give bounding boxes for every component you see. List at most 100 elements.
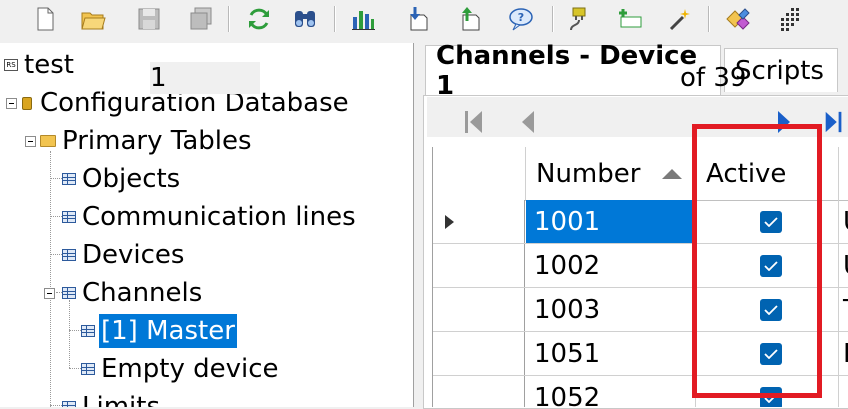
- find-icon[interactable]: [290, 4, 320, 34]
- tree-node-label: test: [24, 50, 74, 80]
- magic-wand-icon[interactable]: [664, 4, 694, 34]
- collapse-icon[interactable]: [44, 288, 55, 299]
- tree-node-communication-lines[interactable]: Communication lines: [62, 199, 358, 235]
- tree-node-limits[interactable]: Limits: [62, 389, 162, 407]
- checkbox-checked[interactable]: [760, 210, 782, 233]
- row-header[interactable]: [433, 332, 525, 375]
- new-file-icon[interactable]: [30, 4, 60, 34]
- table-row[interactable]: 1001 U: [433, 200, 848, 244]
- table-icon: [62, 173, 76, 185]
- toolbar-separator: [708, 6, 710, 32]
- collapse-icon[interactable]: [25, 136, 36, 147]
- table-row[interactable]: 1002 U: [433, 244, 848, 288]
- checkbox-checked[interactable]: [760, 254, 782, 277]
- checkbox-checked[interactable]: [760, 342, 782, 365]
- import-icon[interactable]: [402, 4, 432, 34]
- cell-number[interactable]: 1051: [526, 332, 696, 375]
- tree-node-label: Objects: [82, 164, 181, 194]
- previous-record-icon[interactable]: [516, 110, 540, 134]
- cell-number[interactable]: 1003: [526, 288, 696, 331]
- cell-number[interactable]: 1002: [526, 244, 696, 287]
- cell-next[interactable]: U: [839, 200, 848, 243]
- last-record-icon[interactable]: [822, 110, 846, 134]
- tree-node-channels[interactable]: Channels: [62, 275, 204, 311]
- refresh-icon[interactable]: [244, 4, 274, 34]
- tree-node-devices[interactable]: Devices: [62, 237, 186, 273]
- tree-connector: [50, 254, 62, 255]
- toolbar-separator: [334, 6, 336, 32]
- cell-next[interactable]: U: [839, 244, 848, 287]
- tree-node-label: Devices: [82, 240, 185, 270]
- tree-node-empty-device[interactable]: Empty device: [81, 351, 281, 387]
- column-header-next[interactable]: [839, 147, 848, 200]
- tree-connector: [69, 330, 81, 331]
- table-icon: [81, 363, 95, 375]
- current-row-icon: [445, 215, 454, 229]
- tree-node-primary-tables[interactable]: Primary Tables: [40, 123, 254, 159]
- cell-number[interactable]: 1001: [526, 200, 696, 243]
- table-row[interactable]: 1003 T: [433, 288, 848, 332]
- cell-next[interactable]: T: [839, 288, 848, 331]
- cell-next[interactable]: [839, 376, 848, 407]
- tree-connector: [69, 368, 81, 369]
- toolbar: ?: [0, 0, 848, 40]
- cell-active[interactable]: [696, 244, 839, 287]
- export-icon[interactable]: [454, 4, 484, 34]
- cell-active[interactable]: [696, 332, 839, 375]
- column-header-number[interactable]: Number: [526, 147, 696, 200]
- column-header-label: Number: [536, 158, 641, 189]
- tree-node-label: Limits: [82, 392, 160, 407]
- table-icon: [81, 325, 95, 337]
- cell-number[interactable]: 1052: [526, 376, 696, 407]
- add-field-icon[interactable]: [614, 4, 644, 34]
- row-header[interactable]: [433, 200, 525, 243]
- table-icon: [62, 211, 76, 223]
- tree-node-objects[interactable]: Objects: [62, 161, 182, 197]
- table-row[interactable]: 1051 I: [433, 332, 848, 376]
- save-all-icon[interactable]: [186, 4, 216, 34]
- plugin-icon[interactable]: [564, 4, 594, 34]
- row-header[interactable]: [433, 288, 525, 331]
- first-record-icon[interactable]: [462, 110, 486, 134]
- next-record-icon[interactable]: [772, 110, 796, 134]
- cell-active[interactable]: [696, 376, 839, 407]
- cell-next[interactable]: I: [839, 332, 848, 375]
- cell-active[interactable]: [696, 200, 839, 243]
- save-icon[interactable]: [134, 4, 164, 34]
- tree-node-label: Primary Tables: [62, 126, 252, 156]
- row-header[interactable]: [433, 376, 525, 407]
- help-icon[interactable]: ?: [506, 4, 536, 34]
- collapse-icon[interactable]: [6, 98, 17, 109]
- chart-icon[interactable]: [348, 4, 378, 34]
- channels-grid[interactable]: Number Active 1001 U 1002 U 1003 T: [432, 147, 848, 407]
- grid-icon[interactable]: [776, 4, 806, 34]
- column-header-label: Active: [706, 158, 787, 189]
- table-row[interactable]: 1052: [433, 376, 848, 407]
- tab-channels-device[interactable]: Channels - Device 1: [425, 41, 721, 101]
- edit-icon[interactable]: [722, 4, 752, 34]
- column-header-active[interactable]: Active: [696, 147, 839, 200]
- tree-node-label: [1] Master: [99, 314, 237, 348]
- checkbox-checked[interactable]: [760, 298, 782, 321]
- toolbar-separator: [552, 6, 554, 32]
- sort-ascending-icon: [662, 169, 682, 179]
- tree-node-label: Communication lines: [82, 202, 356, 232]
- table-icon: [62, 401, 76, 407]
- tab-label: Channels - Device 1: [436, 40, 698, 101]
- open-folder-icon[interactable]: [78, 4, 108, 34]
- tree-node-master[interactable]: [1] Master: [81, 313, 237, 349]
- tree-connector: [50, 405, 62, 406]
- tree-node-root[interactable]: RS test: [4, 47, 76, 83]
- rs-icon: RS: [4, 59, 18, 71]
- row-header[interactable]: [433, 244, 525, 287]
- tree-node-label: Empty device: [101, 354, 279, 384]
- tree-connector: [50, 216, 62, 217]
- checkbox-checked[interactable]: [760, 386, 782, 407]
- table-icon: [62, 249, 76, 261]
- table-icon: [62, 287, 76, 299]
- position-input[interactable]: 1: [150, 62, 260, 94]
- tab-label: Scripts: [735, 55, 824, 86]
- database-icon: [22, 96, 32, 110]
- cell-active[interactable]: [696, 288, 839, 331]
- explorer-tree[interactable]: RS test Configuration Database Primary T…: [0, 43, 414, 407]
